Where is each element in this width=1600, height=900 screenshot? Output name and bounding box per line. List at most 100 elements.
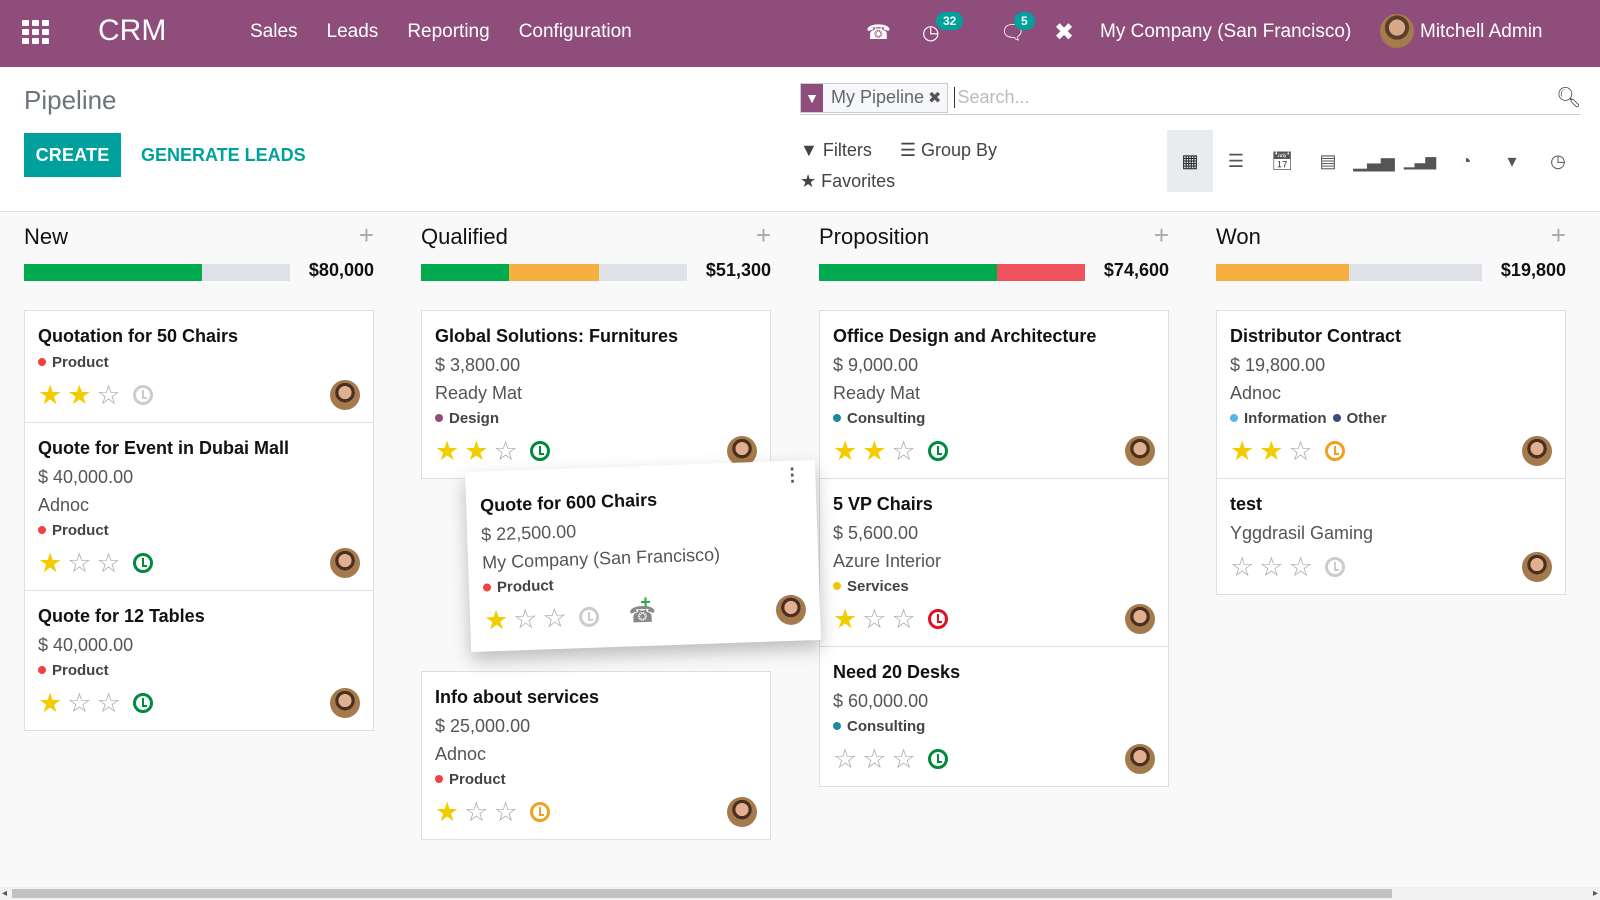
- activity-clock-icon[interactable]: [132, 385, 153, 405]
- messages-icon[interactable]: 🗨 5: [1000, 12, 1035, 45]
- progress-segment[interactable]: [819, 264, 998, 281]
- menu-configuration[interactable]: Configuration: [519, 21, 632, 43]
- menu-reporting[interactable]: Reporting: [407, 21, 489, 43]
- kanban-view-icon[interactable]: ▦: [1167, 130, 1213, 192]
- lead-card[interactable]: Quote for Event in Dubai Mall $ 40,000.00…: [25, 423, 373, 591]
- salesperson-avatar[interactable]: [1125, 744, 1155, 774]
- filters-dropdown[interactable]: ▼ Filters: [800, 140, 872, 161]
- app-brand[interactable]: CRM: [98, 14, 166, 48]
- activity-clock-icon[interactable]: [1324, 557, 1345, 577]
- star-icon[interactable]: ★: [1259, 437, 1283, 465]
- star-empty-icon[interactable]: ☆: [862, 745, 886, 773]
- lead-card[interactable]: test Yggdrasil Gaming ☆ ☆ ☆: [1217, 479, 1565, 594]
- star-empty-icon[interactable]: ☆: [67, 689, 91, 717]
- quick-create-icon[interactable]: +: [756, 220, 771, 251]
- progress-segment[interactable]: [508, 264, 600, 281]
- salesperson-avatar[interactable]: [330, 688, 360, 718]
- star-icon[interactable]: ★: [833, 605, 857, 633]
- activity-clock-icon[interactable]: [132, 553, 153, 573]
- star-empty-icon[interactable]: ☆: [96, 549, 120, 577]
- activity-clock-icon[interactable]: [529, 441, 550, 461]
- star-empty-icon[interactable]: ☆: [464, 798, 488, 826]
- pivot-view-icon[interactable]: ▤: [1305, 130, 1351, 192]
- star-empty-icon[interactable]: ☆: [542, 602, 567, 633]
- star-empty-icon[interactable]: ☆: [1288, 437, 1312, 465]
- activity-clock-icon[interactable]: [578, 606, 600, 628]
- star-icon[interactable]: ★: [833, 437, 857, 465]
- star-icon[interactable]: ★: [484, 604, 509, 635]
- generate-leads-button[interactable]: GENERATE LEADS: [141, 133, 306, 177]
- activity-clock-icon[interactable]: [1324, 441, 1345, 461]
- apps-menu-icon[interactable]: [22, 20, 50, 44]
- star-empty-icon[interactable]: ☆: [1288, 553, 1312, 581]
- star-icon[interactable]: ★: [464, 437, 488, 465]
- progress-segment[interactable]: [24, 264, 203, 281]
- salesperson-avatar[interactable]: [727, 797, 757, 827]
- menu-leads[interactable]: Leads: [327, 21, 379, 43]
- dragged-card[interactable]: ⋮ Quote for 600 Chairs $ 22,500.00 My Co…: [464, 459, 822, 653]
- salesperson-avatar[interactable]: [1125, 436, 1155, 466]
- progress-bar[interactable]: [819, 264, 1085, 281]
- lead-card[interactable]: Quotation for 50 Chairs Product ★ ★ ☆: [25, 311, 373, 423]
- cohort-view-icon[interactable]: ▁▃▆: [1397, 130, 1443, 192]
- star-icon[interactable]: ★: [38, 689, 62, 717]
- salesperson-avatar[interactable]: [775, 594, 807, 626]
- star-icon[interactable]: ★: [67, 381, 91, 409]
- star-empty-icon[interactable]: ☆: [1230, 553, 1254, 581]
- company-switcher[interactable]: My Company (San Francisco): [1100, 21, 1351, 43]
- salesperson-avatar[interactable]: [330, 548, 360, 578]
- salesperson-avatar[interactable]: [1522, 552, 1552, 582]
- search-input[interactable]: [954, 87, 1556, 108]
- star-empty-icon[interactable]: ☆: [96, 381, 120, 409]
- remove-facet-icon[interactable]: ✖: [928, 88, 947, 108]
- groupby-dropdown[interactable]: ☰ Group By: [900, 140, 997, 161]
- schedule-call-icon[interactable]: ☎ +: [628, 592, 656, 629]
- map-view-icon[interactable]: ▾: [1489, 130, 1535, 192]
- star-empty-icon[interactable]: ☆: [833, 745, 857, 773]
- lead-card[interactable]: Need 20 Desks $ 60,000.00 Consulting ☆ ☆ ☆: [820, 647, 1168, 786]
- search-icon[interactable]: 🔍︎: [1556, 85, 1581, 110]
- star-icon[interactable]: ★: [435, 437, 459, 465]
- star-empty-icon[interactable]: ☆: [891, 745, 915, 773]
- activity-clock-icon[interactable]: [927, 609, 948, 629]
- star-icon[interactable]: ★: [38, 549, 62, 577]
- graph-view-icon[interactable]: ▁▃▅: [1351, 130, 1397, 192]
- lead-card[interactable]: Info about services $ 25,000.00 Adnoc Produ…: [422, 672, 770, 839]
- star-empty-icon[interactable]: ☆: [513, 603, 538, 634]
- star-empty-icon[interactable]: ☆: [493, 437, 517, 465]
- lead-card[interactable]: 5 VP Chairs $ 5,600.00 Azure Interior Servi…: [820, 479, 1168, 647]
- quick-create-icon[interactable]: +: [359, 220, 374, 251]
- progress-segment[interactable]: [997, 264, 1085, 281]
- user-avatar[interactable]: [1380, 14, 1414, 48]
- lead-card[interactable]: Distributor Contract $ 19,800.00 Adnoc Info…: [1217, 311, 1565, 479]
- create-button[interactable]: CREATE: [24, 133, 121, 177]
- lead-card[interactable]: Quote for 12 Tables $ 40,000.00 Product ★ ☆ ☆: [25, 591, 373, 730]
- activity-view-icon[interactable]: ◷: [1535, 130, 1581, 192]
- card-menu-icon[interactable]: ⋮: [783, 464, 802, 485]
- progress-bar[interactable]: [421, 264, 687, 281]
- star-icon[interactable]: ★: [862, 437, 886, 465]
- calendar-view-icon[interactable]: 📅︎: [1259, 130, 1305, 192]
- user-menu[interactable]: Mitchell Admin: [1420, 21, 1543, 43]
- dashboard-view-icon[interactable]: ◔: [1443, 130, 1489, 192]
- favorites-dropdown[interactable]: ★ Favorites: [800, 171, 895, 192]
- progress-segment[interactable]: [421, 264, 509, 281]
- star-empty-icon[interactable]: ☆: [891, 605, 915, 633]
- star-empty-icon[interactable]: ☆: [1259, 553, 1283, 581]
- menu-sales[interactable]: Sales: [250, 21, 298, 43]
- scroll-left-icon[interactable]: ◂: [2, 887, 7, 900]
- activity-clock-icon[interactable]: [132, 693, 153, 713]
- scrollbar-thumb[interactable]: [12, 889, 1392, 898]
- list-view-icon[interactable]: ☰: [1213, 130, 1259, 192]
- debug-tools-icon[interactable]: ✖: [1054, 18, 1074, 47]
- phone-icon[interactable]: ☎: [866, 20, 891, 45]
- quick-create-icon[interactable]: +: [1551, 220, 1566, 251]
- activity-clock-icon[interactable]: ◷ 32: [922, 12, 964, 45]
- lead-card[interactable]: Office Design and Architecture $ 9,000.00…: [820, 311, 1168, 479]
- salesperson-avatar[interactable]: [1125, 604, 1155, 634]
- salesperson-avatar[interactable]: [1522, 436, 1552, 466]
- progress-bar[interactable]: [1216, 264, 1482, 281]
- star-empty-icon[interactable]: ☆: [67, 549, 91, 577]
- star-empty-icon[interactable]: ☆: [493, 798, 517, 826]
- star-empty-icon[interactable]: ☆: [862, 605, 886, 633]
